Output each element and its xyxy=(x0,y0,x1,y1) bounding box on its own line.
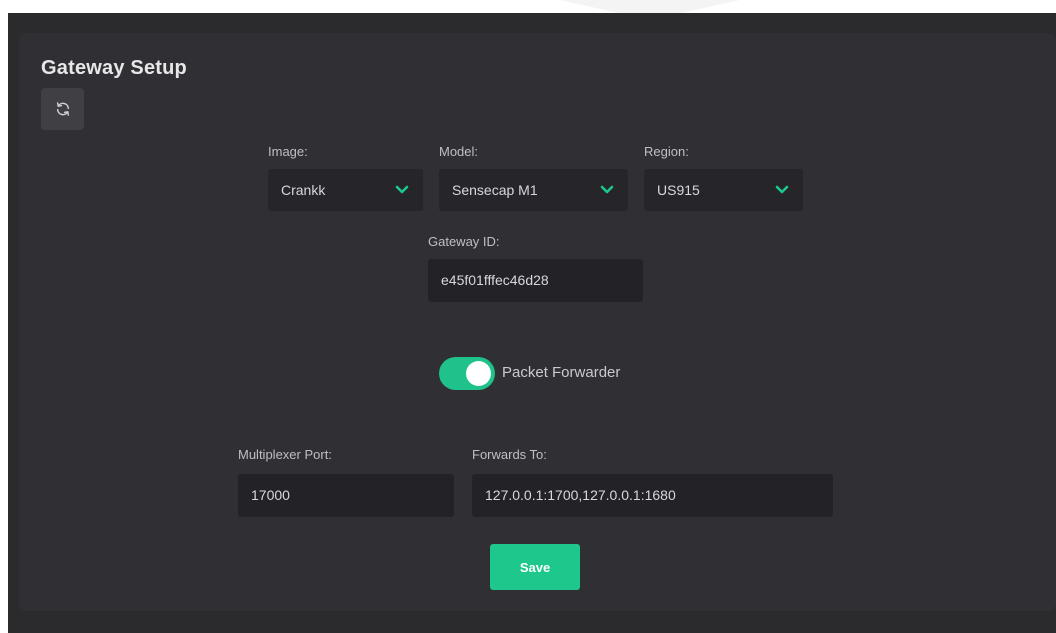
model-label: Model: xyxy=(439,144,479,159)
chevron-down-icon xyxy=(775,185,789,194)
gateway-id-label: Gateway ID: xyxy=(428,234,500,249)
save-button[interactable]: Save xyxy=(490,544,580,590)
packet-forwarder-toggle[interactable] xyxy=(439,357,495,390)
region-label: Region: xyxy=(644,144,689,159)
forwards-to-field[interactable]: 127.0.0.1:1700,127.0.0.1:1680 xyxy=(472,474,833,517)
region-select[interactable]: US915 xyxy=(644,169,803,211)
image-label: Image: xyxy=(268,144,308,159)
multiplexer-port-label: Multiplexer Port: xyxy=(238,447,332,462)
packet-forwarder-label: Packet Forwarder xyxy=(502,364,621,381)
page-top-strip xyxy=(0,0,1056,13)
forwards-to-value: 127.0.0.1:1700,127.0.0.1:1680 xyxy=(485,487,676,503)
chevron-down-icon xyxy=(395,185,409,194)
refresh-icon xyxy=(56,102,69,116)
forwards-to-label: Forwards To: xyxy=(472,447,547,462)
page-title: Gateway Setup xyxy=(41,57,187,79)
chevron-down-icon xyxy=(600,185,614,194)
image-select-value: Crankk xyxy=(281,182,326,198)
model-select-value: Sensecap M1 xyxy=(452,182,538,198)
image-select[interactable]: Crankk xyxy=(268,169,423,211)
gateway-id-field[interactable]: e45f01fffec46d28 xyxy=(428,259,643,302)
gateway-id-value: e45f01fffec46d28 xyxy=(441,272,549,288)
gateway-setup-card xyxy=(19,33,1056,611)
region-select-value: US915 xyxy=(657,182,700,198)
multiplexer-port-value: 17000 xyxy=(251,487,290,503)
multiplexer-port-field[interactable]: 17000 xyxy=(238,474,454,517)
refresh-button[interactable] xyxy=(41,88,84,130)
toggle-knob xyxy=(466,361,491,386)
model-select[interactable]: Sensecap M1 xyxy=(439,169,628,211)
